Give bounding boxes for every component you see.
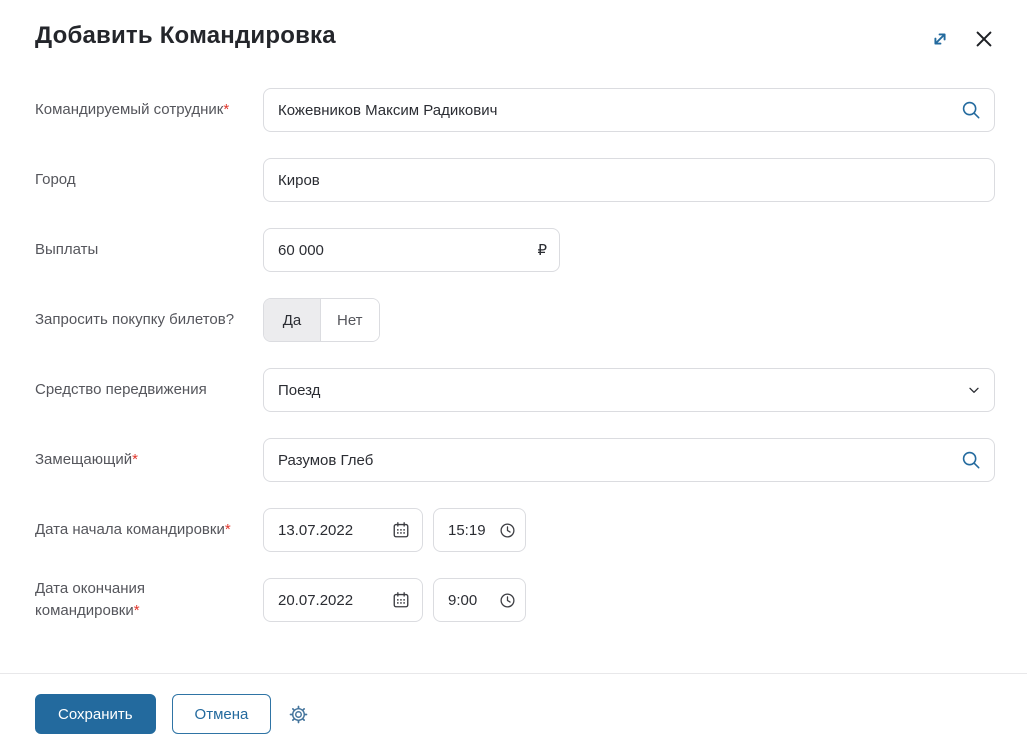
expand-icon bbox=[929, 38, 951, 53]
cancel-button[interactable]: Отмена bbox=[172, 694, 272, 734]
field-row-date-end: Дата окончания командировки* bbox=[35, 578, 995, 622]
save-button[interactable]: Сохранить bbox=[35, 694, 156, 734]
settings-button[interactable] bbox=[285, 701, 312, 728]
city-input-box bbox=[263, 158, 995, 202]
employee-input-box bbox=[263, 88, 995, 132]
trip-form: Командируемый сотрудник* Город bbox=[0, 52, 1027, 673]
search-icon[interactable] bbox=[960, 449, 982, 471]
transport-label: Средство передвижения bbox=[35, 379, 263, 401]
close-button[interactable] bbox=[971, 26, 997, 52]
required-mark: * bbox=[223, 101, 229, 118]
add-business-trip-dialog: Добавить Командировка bbox=[0, 0, 1027, 734]
date-end-time-box bbox=[433, 578, 526, 622]
field-row-substitute: Замещающий* bbox=[35, 438, 995, 482]
calendar-icon[interactable] bbox=[392, 521, 410, 539]
date-start-label: Дата начала командировки* bbox=[35, 519, 263, 541]
date-end-label: Дата окончания командировки* bbox=[35, 578, 263, 622]
tickets-toggle: Да Нет bbox=[263, 298, 380, 342]
page-title: Добавить Командировка bbox=[35, 22, 336, 50]
field-row-employee: Командируемый сотрудник* bbox=[35, 88, 995, 132]
required-mark: * bbox=[225, 521, 231, 538]
city-input[interactable] bbox=[278, 159, 982, 201]
header-icons bbox=[927, 26, 997, 52]
date-start-date-box bbox=[263, 508, 423, 552]
field-row-city: Город bbox=[35, 158, 995, 202]
toggle-option-yes[interactable]: Да bbox=[264, 299, 321, 341]
substitute-label: Замещающий* bbox=[35, 449, 263, 471]
substitute-input[interactable] bbox=[278, 439, 960, 481]
tickets-label: Запросить покупку билетов? bbox=[35, 309, 263, 331]
substitute-input-box bbox=[263, 438, 995, 482]
field-row-transport: Средство передвижения bbox=[35, 368, 995, 412]
close-icon bbox=[973, 38, 995, 53]
date-end-time-input[interactable] bbox=[448, 579, 499, 621]
clock-icon[interactable] bbox=[499, 522, 516, 539]
city-label: Город bbox=[35, 169, 263, 191]
chevron-down-icon bbox=[966, 382, 982, 398]
required-mark: * bbox=[134, 602, 140, 619]
date-end-date-box bbox=[263, 578, 423, 622]
date-start-date-input[interactable] bbox=[278, 509, 392, 551]
payments-input[interactable] bbox=[278, 229, 537, 271]
payments-input-box: ₽ bbox=[263, 228, 560, 272]
employee-label: Командируемый сотрудник* bbox=[35, 99, 263, 121]
field-row-tickets: Запросить покупку билетов? Да Нет bbox=[35, 298, 995, 342]
dialog-footer: Сохранить Отмена bbox=[0, 674, 1027, 734]
transport-select[interactable] bbox=[263, 368, 995, 412]
search-icon[interactable] bbox=[960, 99, 982, 121]
gear-icon bbox=[289, 712, 308, 727]
employee-input[interactable] bbox=[278, 89, 960, 131]
date-end-date-input[interactable] bbox=[278, 579, 392, 621]
payments-label: Выплаты bbox=[35, 239, 263, 261]
calendar-icon[interactable] bbox=[392, 591, 410, 609]
clock-icon[interactable] bbox=[499, 592, 516, 609]
required-mark: * bbox=[132, 451, 138, 468]
field-row-payments: Выплаты ₽ bbox=[35, 228, 995, 272]
date-start-time-input[interactable] bbox=[448, 509, 499, 551]
toggle-option-no[interactable]: Нет bbox=[321, 299, 379, 341]
date-start-time-box bbox=[433, 508, 526, 552]
dialog-header: Добавить Командировка bbox=[0, 0, 1027, 52]
expand-button[interactable] bbox=[927, 26, 953, 52]
field-row-date-start: Дата начала командировки* bbox=[35, 508, 995, 552]
transport-select-value[interactable] bbox=[278, 369, 966, 411]
